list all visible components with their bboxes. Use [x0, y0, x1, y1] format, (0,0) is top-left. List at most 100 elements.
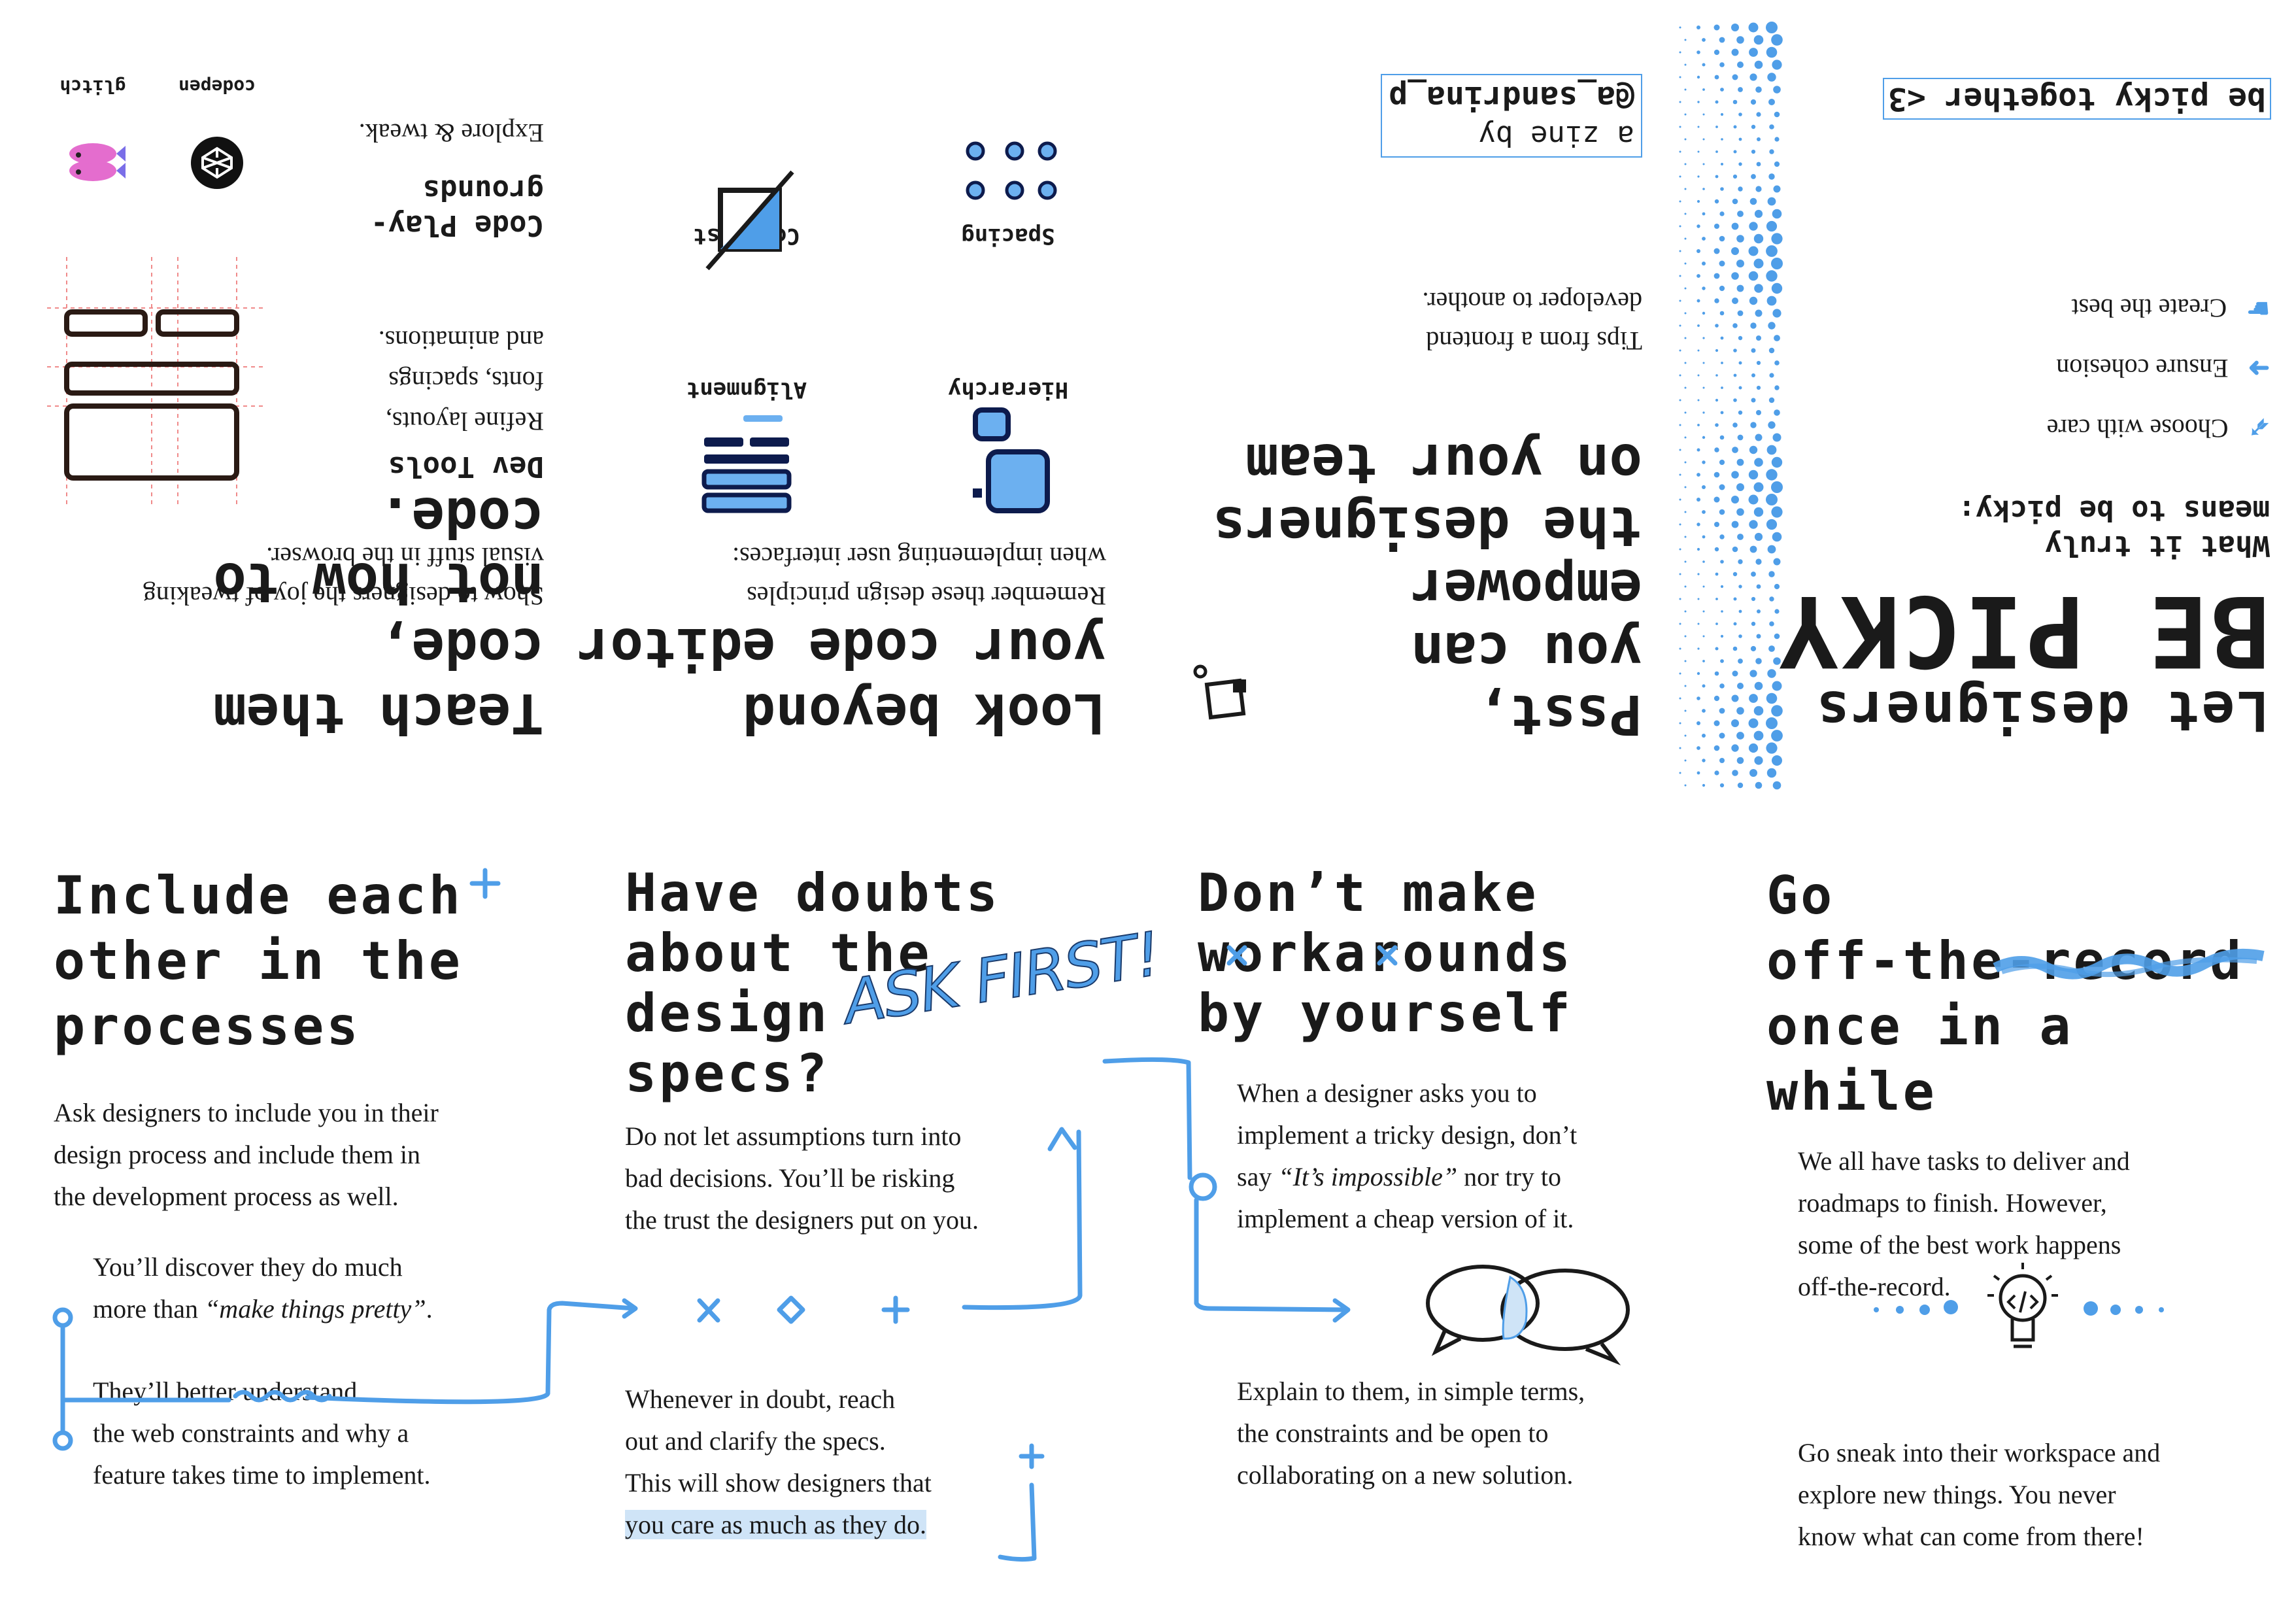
halftone-dot [1737, 310, 1744, 316]
halftone-dot [1767, 669, 1776, 678]
intro-panel: Psst, you can empower the designers on y… [1172, 0, 1642, 811]
halftone-dot [1697, 299, 1700, 303]
halftone-dot [1679, 150, 1681, 153]
halftone-dot [1753, 35, 1764, 45]
halftone-dot [1719, 62, 1725, 67]
credit-line2: @a_sandrina_p [1389, 79, 1634, 116]
editor-heading: Look beyond your code editor [577, 615, 1106, 746]
halftone-dot [1714, 547, 1719, 552]
halftone-dot [1768, 571, 1775, 577]
playgrounds-block: Code Play- grounds Explore & tweak. [328, 113, 544, 243]
halftone-dot [1771, 481, 1783, 493]
halftone-dot [1754, 532, 1763, 541]
editor-heading-line: Look beyond [742, 681, 1106, 745]
teach-panel: Teach them code, not how to code. Show t… [21, 0, 544, 811]
intro-credit: a zine by @a_sandrina_p [1381, 74, 1642, 158]
halftone-dot [1715, 175, 1719, 179]
intro-text: Tips from a frontend developer to anothe… [1422, 282, 1642, 360]
principle-label: Hierarchy [947, 377, 1069, 403]
halftone-dot [1679, 250, 1681, 252]
halftone-dot [1749, 545, 1757, 553]
halftone-dot [1738, 410, 1743, 415]
principle-contrast: Contrast [675, 167, 819, 271]
bullet-circle-icon [52, 1307, 73, 1328]
halftone-dot [1737, 434, 1744, 441]
halftone-dot [1697, 672, 1700, 675]
halftone-dot [1719, 311, 1725, 316]
halftone-dot [1715, 572, 1719, 576]
glitch-label: glitch [59, 76, 126, 97]
halftone-dot [1714, 199, 1719, 204]
halftone-dot [1755, 558, 1762, 565]
halftone-dot [1720, 88, 1724, 92]
halftone-dot [1714, 224, 1719, 229]
halftone-dot [1771, 282, 1783, 294]
halftone-dot [1679, 697, 1681, 700]
halftone-dot [1702, 485, 1706, 489]
halftone-dot [1684, 386, 1687, 389]
halftone-dot [1737, 61, 1744, 68]
halftone-dot [1756, 112, 1761, 117]
halftone-dot [1757, 609, 1761, 613]
halftone-dot [1766, 245, 1778, 257]
halftone-dot [1720, 336, 1724, 340]
halftone-dot [1771, 258, 1783, 269]
halftone-dot [1736, 732, 1744, 740]
doodle-square-icon [1193, 664, 1246, 720]
cover-subtitle-line1: What it truly [2044, 529, 2270, 562]
halftone-dot [1748, 718, 1759, 728]
halftone-dot [1684, 511, 1687, 513]
editor-text-line: Remember these design principles [747, 581, 1106, 611]
halftone-dot [1738, 609, 1742, 613]
halftone-dot [1748, 470, 1759, 480]
devtools-line: and animations. [378, 326, 544, 355]
codepen-icon [191, 137, 243, 189]
principle-hierarchy: Hierarchy [936, 377, 1080, 517]
halftone-dot [1774, 161, 1780, 167]
halftone-dot [1702, 38, 1706, 42]
halftone-dot [1702, 411, 1705, 414]
halftone-dot [1697, 249, 1700, 253]
halftone-dot [1749, 769, 1757, 777]
cover-item-label: Create the best [2071, 294, 2227, 323]
x-icon [1377, 945, 1398, 966]
halftone-dot [1684, 39, 1687, 41]
halftone-dot [1715, 423, 1719, 427]
halftone-dot [1679, 623, 1681, 625]
halftone-dot [1732, 546, 1738, 553]
halftone-dot [1749, 197, 1757, 205]
halftone-dot [1679, 349, 1681, 352]
halftone-dot [1684, 585, 1687, 588]
halftone-dot [1768, 397, 1775, 403]
halftone-dot [1756, 335, 1761, 341]
halftone-dot [1731, 48, 1739, 56]
halftone-dot [1767, 545, 1776, 554]
layout-wireframe-icon [47, 256, 263, 504]
halftone-dot [1756, 162, 1761, 167]
halftone-dot [1755, 309, 1763, 317]
upside-down-half: Let designers BE PICKY What it truly mea… [0, 0, 2296, 811]
halftone-dot [1720, 560, 1724, 564]
halftone-dot [1768, 99, 1775, 105]
halftone-dot [1774, 583, 1780, 590]
halftone-dot [1749, 73, 1757, 81]
halftone-dot [1679, 523, 1681, 526]
halftone-dot [1679, 722, 1681, 725]
halftone-dot [1766, 22, 1778, 33]
halftone-dot [1697, 199, 1700, 203]
halftone-dot [1755, 658, 1762, 664]
teach-text: Show to designers the joy of tweaking vi… [143, 537, 544, 615]
halftone-dot [1715, 150, 1718, 153]
halftone-dot [1702, 660, 1705, 662]
halftone-dot [1768, 322, 1776, 330]
halftone-dot [1767, 197, 1776, 206]
contrast-icon [705, 170, 794, 271]
halftone-dot [1733, 398, 1737, 402]
lightbulb-icon [1987, 1263, 2058, 1348]
node-circle-icon [1189, 1172, 1217, 1201]
halftone-dot [1702, 535, 1706, 539]
halftone-dot [1749, 222, 1758, 231]
halftone-dot [1719, 459, 1725, 466]
halftone-dot [1768, 347, 1775, 354]
halftone-dot [1755, 86, 1762, 93]
